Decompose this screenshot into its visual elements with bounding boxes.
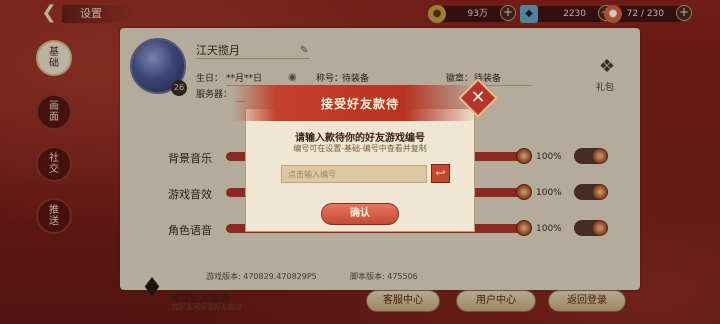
dialog-hint: 编号可在设置-基础-编号中查看并复制 [293, 144, 427, 153]
confirm-button[interactable]: 确认 [321, 203, 399, 225]
dialog-instruction: 请输入款待你的好友游戏编号 [295, 133, 425, 144]
friend-code-input[interactable] [281, 165, 427, 183]
dialog-title: 接受好友款待 [320, 97, 399, 111]
paste-icon[interactable]: ↩ [431, 164, 450, 183]
